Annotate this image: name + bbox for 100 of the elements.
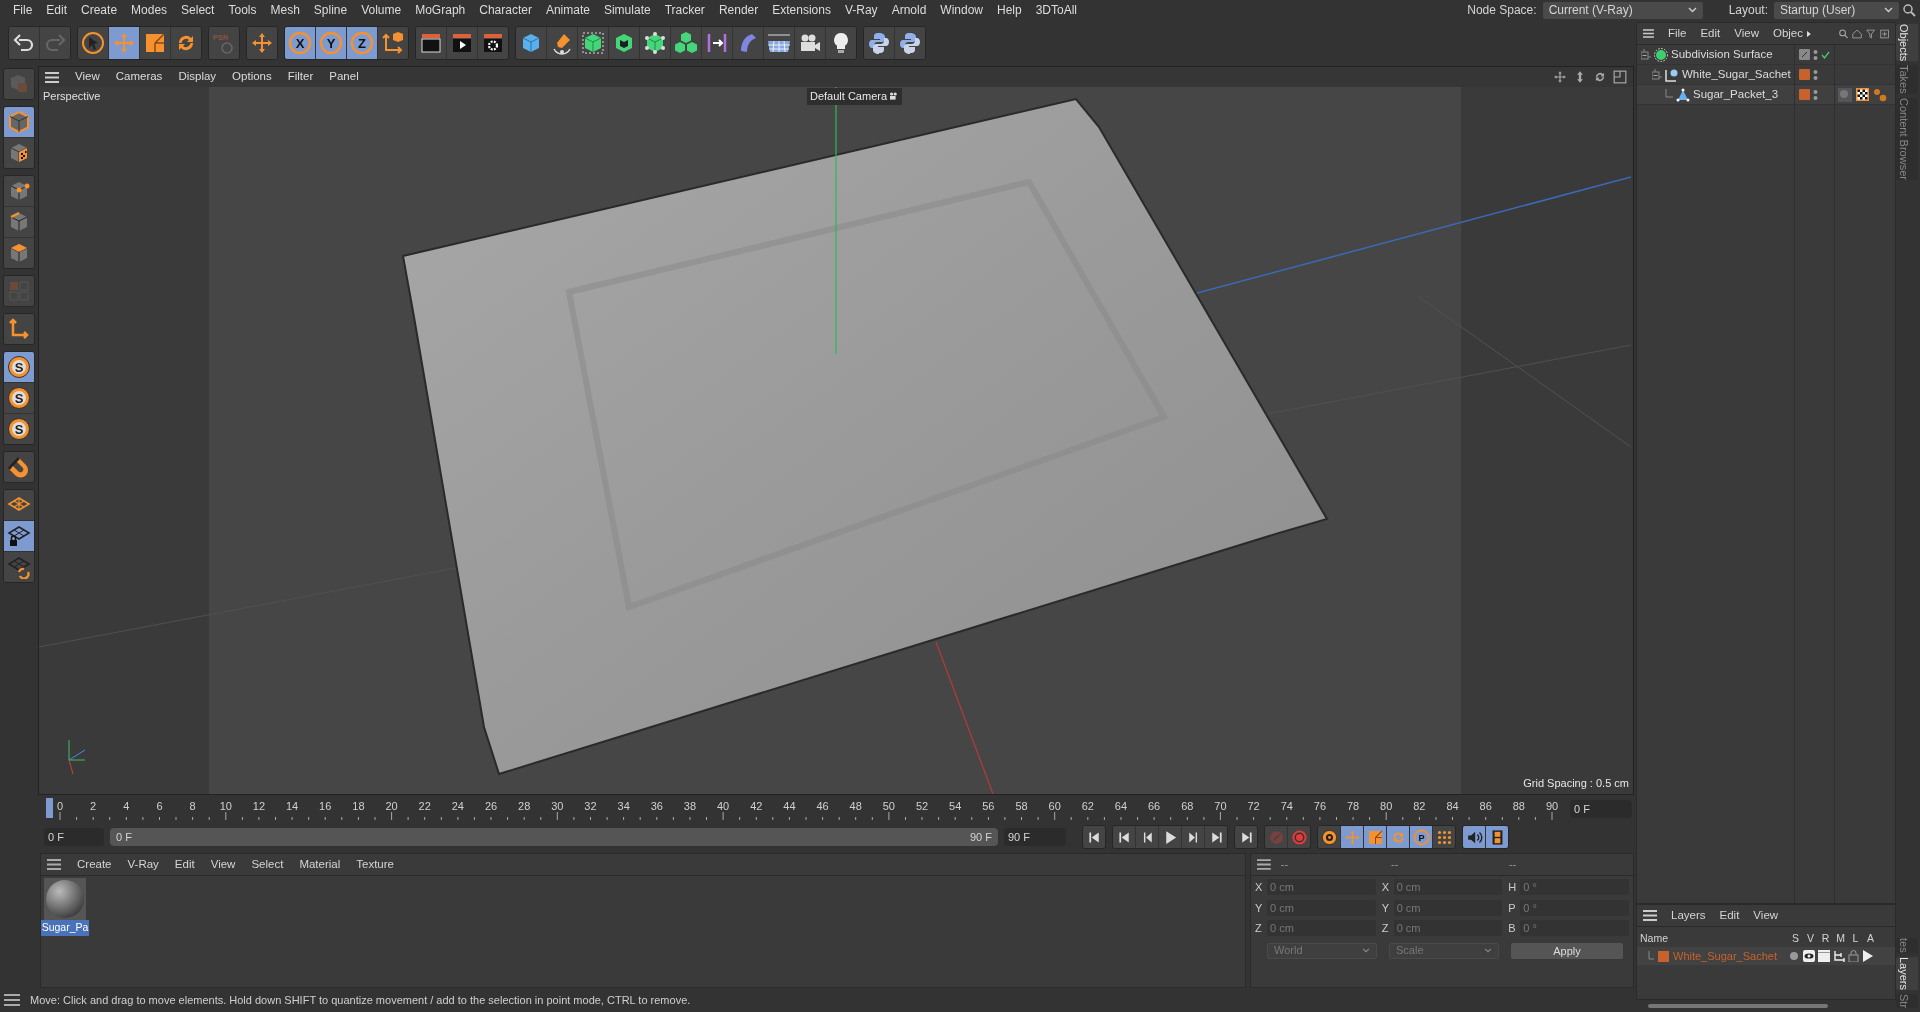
play-button[interactable] (1159, 826, 1181, 848)
menu-item[interactable]: MoGraph (408, 1, 473, 19)
material-menu-item[interactable]: View (210, 855, 236, 874)
view-menu-item[interactable]: Cameras (115, 68, 163, 86)
object-mode-button[interactable] (4, 107, 34, 137)
menu-icon[interactable] (4, 994, 20, 1006)
menu-item[interactable]: Modes (124, 1, 175, 19)
menu-item[interactable]: Character (472, 1, 539, 19)
side-tab[interactable]: Layers (1896, 956, 1918, 990)
apply-button[interactable]: Apply (1511, 942, 1623, 959)
layout-dropdown[interactable]: Startup (User) (1774, 1, 1899, 19)
texture-mode-button[interactable] (4, 138, 34, 168)
pan-icon[interactable] (1553, 70, 1567, 84)
python-button[interactable] (895, 27, 925, 59)
layers-menu-item[interactable]: Layers (1671, 906, 1706, 925)
menu-item[interactable]: Extensions (765, 1, 838, 19)
check-icon[interactable] (1821, 50, 1830, 59)
side-tab[interactable]: Objects (1896, 24, 1918, 62)
first-frame-button[interactable] (1083, 826, 1105, 848)
solo-dot-icon[interactable] (1788, 950, 1800, 962)
render-button[interactable] (447, 27, 477, 59)
checker-tag-icon[interactable] (1856, 88, 1869, 101)
menu-item[interactable]: Spline (306, 1, 355, 19)
cubes-button[interactable] (671, 27, 701, 59)
menu-icon[interactable] (1643, 28, 1654, 39)
current-frame-field[interactable]: 0 F (1570, 800, 1632, 818)
side-tab[interactable]: Takes (1896, 65, 1918, 95)
tree-connector[interactable] (1641, 48, 1651, 61)
menu-item[interactable]: Create (74, 1, 125, 19)
material-menu-item[interactable]: Material (299, 855, 341, 874)
menu-item[interactable]: Render (711, 1, 766, 19)
search-icon[interactable] (1903, 3, 1916, 17)
visibility-dots-icon[interactable] (1813, 48, 1818, 61)
subdivision-button[interactable] (578, 27, 608, 59)
view-menu-item[interactable]: Filter (287, 68, 314, 86)
symmetry-button[interactable] (702, 27, 732, 59)
floor-button[interactable] (764, 27, 794, 59)
menu-item[interactable]: Mesh (263, 1, 307, 19)
layer-color-swatch[interactable] (1658, 950, 1669, 962)
keyframe-button[interactable] (1318, 826, 1340, 848)
eye-icon[interactable] (1803, 950, 1815, 962)
menu-item[interactable]: Tools (221, 1, 264, 19)
point-level-animation-button[interactable] (1433, 826, 1455, 848)
film-strip-button[interactable] (1486, 826, 1508, 848)
scale-button[interactable] (1364, 826, 1386, 848)
coordinate-system-button[interactable] (378, 27, 408, 59)
points-mode-button[interactable] (4, 176, 34, 206)
menu-item[interactable]: Select (174, 1, 222, 19)
camera-button[interactable] (795, 27, 825, 59)
hierarchy-icon[interactable] (1833, 950, 1845, 962)
menu-item[interactable]: Animate (538, 1, 597, 19)
view-menu-item[interactable]: Display (178, 68, 217, 86)
layers-menu-item[interactable]: View (1753, 906, 1779, 925)
menu-item[interactable]: Edit (39, 1, 75, 19)
play-icon[interactable] (1862, 950, 1873, 962)
node-space-dropdown[interactable]: Current (V-Ray) (1542, 1, 1703, 19)
render-settings-button[interactable] (478, 27, 508, 59)
tree-connector[interactable] (1652, 68, 1662, 81)
filter-icon[interactable] (1866, 27, 1876, 40)
home-icon[interactable] (1852, 27, 1863, 40)
next-key-button[interactable] (1205, 826, 1227, 848)
speaker-button[interactable] (1463, 826, 1485, 848)
previous-frame-button[interactable] (1136, 826, 1158, 848)
menu-icon[interactable] (1643, 910, 1657, 921)
side-tab[interactable]: tes (1896, 938, 1918, 953)
edit-toggle-icon[interactable] (1799, 49, 1810, 60)
clapperboard-button[interactable] (416, 27, 446, 59)
cube-button[interactable] (516, 27, 546, 59)
material-menu-item[interactable]: Texture (356, 855, 394, 874)
material-menu-item[interactable]: Create (77, 855, 112, 874)
menu-item[interactable]: Window (933, 1, 990, 19)
objects-menu-item[interactable]: Edit (1700, 24, 1721, 43)
view-menu-item[interactable]: Options (232, 68, 272, 86)
frame-range-slider[interactable] (110, 828, 998, 846)
scale-button[interactable] (140, 27, 170, 59)
objects-menu-item[interactable]: Objec (1772, 24, 1803, 43)
next-frame-button[interactable] (1182, 826, 1204, 848)
cloner-button[interactable] (640, 27, 670, 59)
layer-color-swatch[interactable] (1799, 69, 1810, 80)
locked-workplane-button[interactable] (4, 521, 34, 551)
material-preview[interactable] (44, 878, 86, 920)
pen-button[interactable] (547, 27, 577, 59)
move-button[interactable] (247, 27, 277, 59)
menu-item[interactable]: Help (990, 1, 1029, 19)
polygons-mode-button[interactable] (4, 238, 34, 268)
view-menu-item[interactable]: View (75, 68, 100, 86)
menu-item[interactable]: File (6, 1, 40, 19)
edges-mode-button[interactable] (4, 207, 34, 237)
visibility-dots-icon[interactable] (1813, 68, 1818, 81)
menu-icon[interactable] (45, 71, 59, 83)
object-name[interactable]: Subdivision Surface (1671, 45, 1773, 64)
previous-key-button[interactable] (1113, 826, 1135, 848)
workplane-sync-button[interactable] (4, 552, 34, 582)
object-name[interactable]: White_Sugar_Sachet (1682, 65, 1791, 84)
undo-button[interactable] (9, 27, 39, 59)
material-menu-item[interactable]: V-Ray (127, 855, 159, 874)
start-frame-field[interactable]: 0 F (44, 828, 104, 846)
caret-right-icon[interactable] (1807, 29, 1811, 38)
material-name[interactable]: Sugar_Pa (40, 920, 90, 936)
orbit-icon[interactable] (1593, 70, 1607, 84)
